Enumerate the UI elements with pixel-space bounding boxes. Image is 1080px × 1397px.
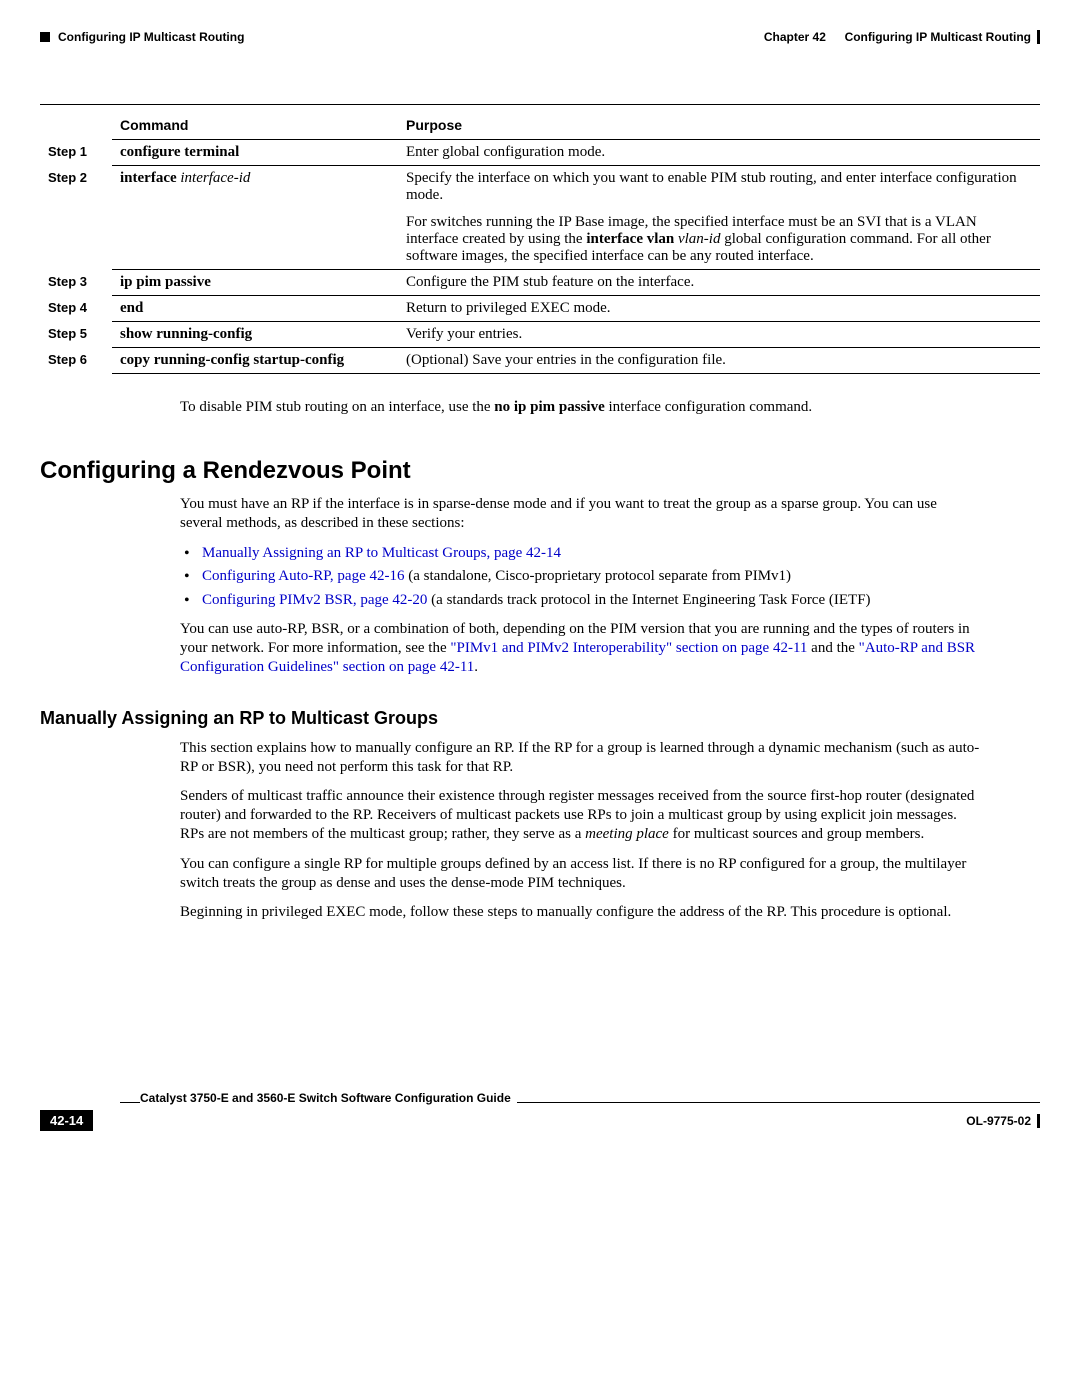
command-cell: show running-config (112, 322, 398, 348)
subsection-heading: Manually Assigning an RP to Multicast Gr… (40, 708, 1040, 729)
table-top-rule (40, 104, 1040, 105)
header-chapter: Chapter 42 (764, 30, 826, 44)
footer-guide-title: Catalyst 3750-E and 3560-E Switch Softwa… (140, 1091, 517, 1105)
header-bar-icon (1037, 30, 1040, 44)
disable-note: To disable PIM stub routing on an interf… (180, 398, 980, 417)
list-item: Manually Assigning an RP to Multicast Gr… (180, 544, 980, 564)
command-cell: configure terminal (112, 140, 398, 166)
table-row: Step 5show running-configVerify your ent… (40, 322, 1040, 348)
command-cell: interface interface-id (112, 166, 398, 270)
doc-number: OL-9775-02 (966, 1114, 1031, 1128)
xref-link[interactable]: Manually Assigning an RP to Multicast Gr… (202, 545, 561, 561)
rp-intro: You must have an RP if the interface is … (180, 495, 980, 533)
header-chapter-title: Configuring IP Multicast Routing (845, 30, 1031, 44)
running-header: Configuring IP Multicast Routing Chapter… (40, 30, 1040, 44)
body-paragraph: Senders of multicast traffic announce th… (180, 787, 980, 845)
rp-bullet-list: Manually Assigning an RP to Multicast Gr… (180, 544, 980, 611)
header-section-label: Configuring IP Multicast Routing (58, 30, 244, 44)
purpose-cell: Configure the PIM stub feature on the in… (398, 270, 1040, 296)
col-header-command: Command (112, 111, 398, 140)
header-marker-icon (40, 32, 50, 42)
section-heading: Configuring a Rendezvous Point (40, 457, 1040, 485)
body-paragraph: Beginning in privileged EXEC mode, follo… (180, 903, 980, 922)
list-item: Configuring Auto-RP, page 42-16 (a stand… (180, 567, 980, 587)
step-label: Step 4 (40, 296, 112, 322)
command-cell: end (112, 296, 398, 322)
table-row: Step 4endReturn to privileged EXEC mode. (40, 296, 1040, 322)
purpose-cell: Specify the interface on which you want … (398, 166, 1040, 270)
page-number: 42-14 (40, 1110, 93, 1131)
list-item: Configuring PIMv2 BSR, page 42-20 (a sta… (180, 591, 980, 611)
body-paragraph: This section explains how to manually co… (180, 739, 980, 777)
command-cell: ip pim passive (112, 270, 398, 296)
command-cell: copy running-config startup-config (112, 348, 398, 374)
footer-bar-icon (1037, 1114, 1040, 1128)
table-row: Step 1configure terminalEnter global con… (40, 140, 1040, 166)
table-row: Step 6copy running-config startup-config… (40, 348, 1040, 374)
purpose-cell: Verify your entries. (398, 322, 1040, 348)
step-label: Step 3 (40, 270, 112, 296)
step-label: Step 2 (40, 166, 112, 270)
body-paragraph: You can configure a single RP for multip… (180, 855, 980, 893)
table-row: Step 3ip pim passiveConfigure the PIM st… (40, 270, 1040, 296)
step-label: Step 6 (40, 348, 112, 374)
steps-table: Command Purpose Step 1configure terminal… (40, 111, 1040, 374)
rp-followup: You can use auto-RP, BSR, or a combinati… (180, 620, 980, 678)
xref-link[interactable]: "PIMv1 and PIMv2 Interoperability" secti… (450, 640, 807, 656)
step-label: Step 5 (40, 322, 112, 348)
table-row: Step 2interface interface-idSpecify the … (40, 166, 1040, 270)
purpose-cell: Return to privileged EXEC mode. (398, 296, 1040, 322)
purpose-cell: Enter global configuration mode. (398, 140, 1040, 166)
page-footer: Catalyst 3750-E and 3560-E Switch Softwa… (40, 1102, 1040, 1131)
xref-link[interactable]: Configuring PIMv2 BSR, page 42-20 (202, 592, 427, 608)
xref-link[interactable]: Configuring Auto-RP, page 42-16 (202, 568, 405, 584)
col-header-purpose: Purpose (398, 111, 1040, 140)
purpose-cell: (Optional) Save your entries in the conf… (398, 348, 1040, 374)
step-label: Step 1 (40, 140, 112, 166)
